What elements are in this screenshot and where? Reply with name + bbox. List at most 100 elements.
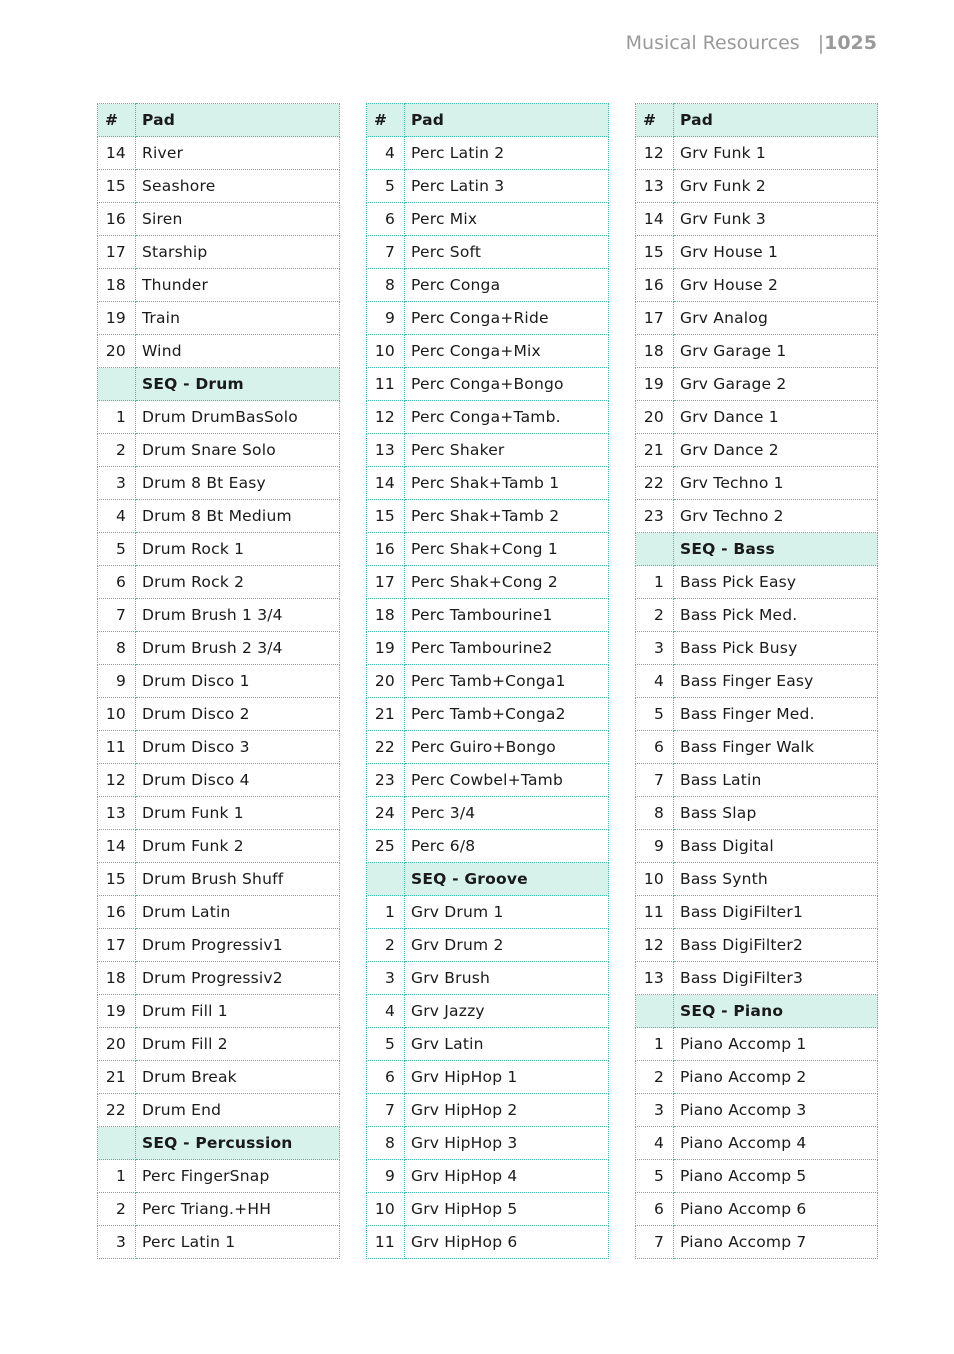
table-row: 3 Bass Pick Busy	[635, 631, 878, 665]
pad-number: 10	[366, 334, 405, 368]
pad-number: 15	[635, 235, 674, 269]
pad-name: Thunder	[135, 268, 340, 302]
table-row: 16 Perc Shak+Cong 1	[366, 532, 609, 566]
table-row: 17 Starship	[97, 235, 340, 269]
table-row: 14 River	[97, 136, 340, 170]
pad-number: 22	[635, 466, 674, 500]
table-row: 1 Grv Drum 1	[366, 895, 609, 929]
table-row: 15 Grv House 1	[635, 235, 878, 269]
pad-name: Perc Tambourine1	[404, 598, 609, 632]
pad-number: 8	[366, 268, 405, 302]
pad-name: Piano Accomp 6	[673, 1192, 878, 1226]
table-row: 22 Drum End	[97, 1093, 340, 1127]
pad-number: 2	[97, 1192, 136, 1226]
table-row: 11 Grv HipHop 6	[366, 1225, 609, 1259]
table-row: 6 Grv HipHop 1	[366, 1060, 609, 1094]
table-row: 8 Bass Slap	[635, 796, 878, 830]
pad-name: Bass DigiFilter3	[673, 961, 878, 995]
pad-name: Piano Accomp 5	[673, 1159, 878, 1193]
pad-number: 20	[366, 664, 405, 698]
pad-number: 22	[366, 730, 405, 764]
pad-name: Grv HipHop 1	[404, 1060, 609, 1094]
pad-name: Siren	[135, 202, 340, 236]
table-row: 2 Drum Snare Solo	[97, 433, 340, 467]
pad-number: 20	[97, 334, 136, 368]
pad-number: 4	[635, 664, 674, 698]
page-header: Musical Resources |1025	[0, 32, 877, 54]
table-row: 5 Bass Finger Med.	[635, 697, 878, 731]
pad-name: Piano Accomp 2	[673, 1060, 878, 1094]
pad-name: Grv HipHop 4	[404, 1159, 609, 1193]
table-row: 11 Perc Conga+Bongo	[366, 367, 609, 401]
pad-name: Perc Latin 2	[404, 136, 609, 170]
pad-number: 5	[366, 1027, 405, 1061]
table-row: 5 Piano Accomp 5	[635, 1159, 878, 1193]
table-row: 1 Bass Pick Easy	[635, 565, 878, 599]
pad-number: 5	[635, 1159, 674, 1193]
table-row: 14 Grv Funk 3	[635, 202, 878, 236]
pad-name: Bass Pick Med.	[673, 598, 878, 632]
pad-name: Grv Funk 3	[673, 202, 878, 236]
pad-number: 1	[97, 1159, 136, 1193]
section-row: SEQ - Piano	[635, 994, 878, 1028]
table-row: 21 Perc Tamb+Conga2	[366, 697, 609, 731]
pad-number: 5	[635, 697, 674, 731]
table-row: 3 Grv Brush	[366, 961, 609, 995]
pad-number: 24	[366, 796, 405, 830]
pad-number: 21	[635, 433, 674, 467]
table-row: 1 Piano Accomp 1	[635, 1027, 878, 1061]
pad-name: Piano Accomp 1	[673, 1027, 878, 1061]
table-row: 6 Perc Mix	[366, 202, 609, 236]
table-row: 16 Drum Latin	[97, 895, 340, 929]
pad-number: 16	[97, 202, 136, 236]
pad-number: 13	[366, 433, 405, 467]
table-row: 24 Perc 3/4	[366, 796, 609, 830]
pad-name: Perc FingerSnap	[135, 1159, 340, 1193]
table-row: 18 Thunder	[97, 268, 340, 302]
pad-number: 1	[97, 400, 136, 434]
pad-name: Drum Disco 3	[135, 730, 340, 764]
pad-name: Drum Brush 1 3/4	[135, 598, 340, 632]
pad-number: 23	[635, 499, 674, 533]
pad-number: 7	[366, 235, 405, 269]
pad-name: Perc Conga+Ride	[404, 301, 609, 335]
table-row: 19 Drum Fill 1	[97, 994, 340, 1028]
pad-name: Grv Analog	[673, 301, 878, 335]
pad-number: 1	[635, 1027, 674, 1061]
pad-name: Perc 6/8	[404, 829, 609, 863]
pad-name: Drum Fill 1	[135, 994, 340, 1028]
pad-name: Perc Latin 1	[135, 1225, 340, 1259]
pad-number: 12	[635, 136, 674, 170]
pad-name: Grv Dance 2	[673, 433, 878, 467]
section-row: SEQ - Groove	[366, 862, 609, 896]
pad-number: 4	[97, 499, 136, 533]
pad-number: 9	[635, 829, 674, 863]
table-row: 15 Perc Shak+Tamb 2	[366, 499, 609, 533]
pad-number: 14	[97, 829, 136, 863]
pad-name: Perc Shak+Tamb 1	[404, 466, 609, 500]
section-row: SEQ - Percussion	[97, 1126, 340, 1160]
pad-number: 7	[97, 598, 136, 632]
column-header-number: #	[635, 103, 674, 137]
pad-name: Perc Triang.+HH	[135, 1192, 340, 1226]
table-row: 15 Drum Brush Shuff	[97, 862, 340, 896]
pad-number	[97, 1126, 136, 1160]
pad-number: 10	[97, 697, 136, 731]
pad-name: Grv Funk 2	[673, 169, 878, 203]
pad-name: Grv Dance 1	[673, 400, 878, 434]
section-title: SEQ - Percussion	[135, 1126, 340, 1160]
table-row: 20 Grv Dance 1	[635, 400, 878, 434]
pad-number: 16	[97, 895, 136, 929]
pad-name: Drum Fill 2	[135, 1027, 340, 1061]
pad-number: 13	[635, 169, 674, 203]
pad-name: Train	[135, 301, 340, 335]
table-row: 10 Bass Synth	[635, 862, 878, 896]
pad-number: 2	[97, 433, 136, 467]
pad-number: 5	[366, 169, 405, 203]
pad-name: Drum Latin	[135, 895, 340, 929]
pad-number: 8	[366, 1126, 405, 1160]
pad-number: 4	[366, 994, 405, 1028]
table-row: 13 Drum Funk 1	[97, 796, 340, 830]
table-row: 17 Grv Analog	[635, 301, 878, 335]
table-row: 2 Perc Triang.+HH	[97, 1192, 340, 1226]
